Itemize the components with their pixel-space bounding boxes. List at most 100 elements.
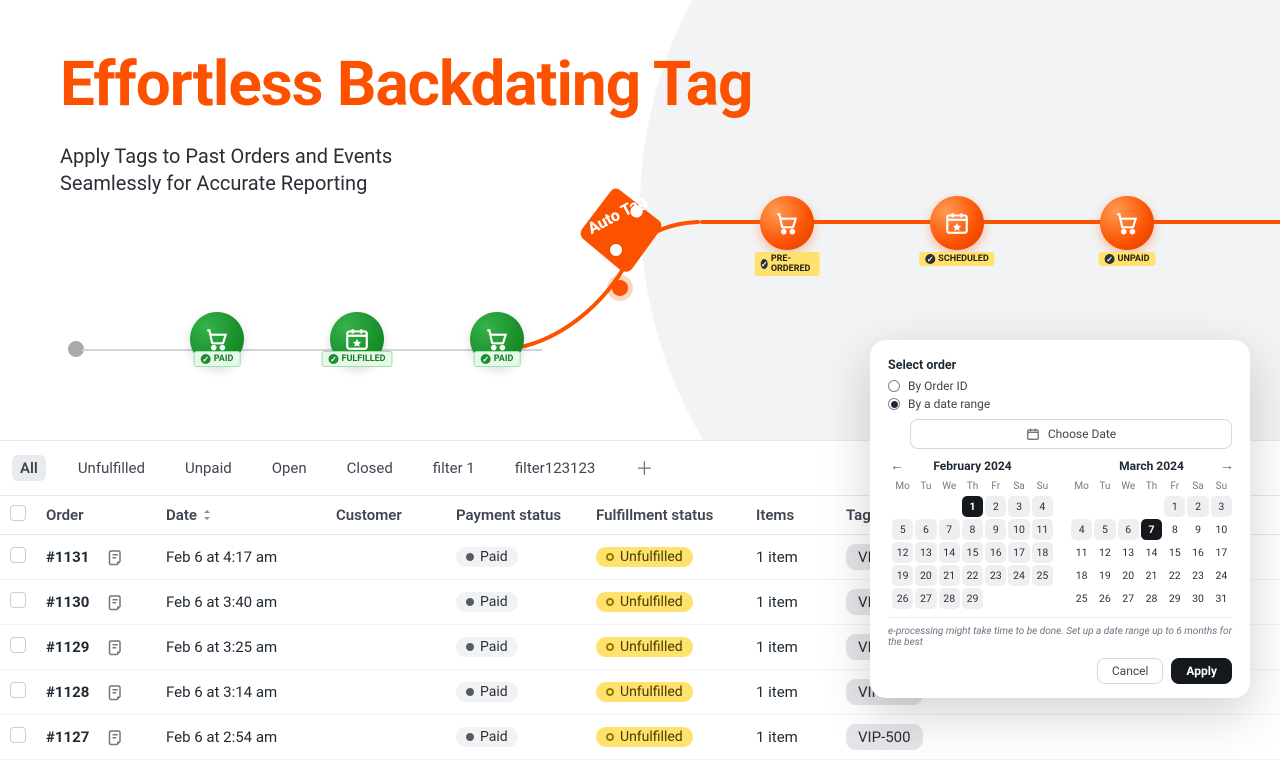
calendar-day[interactable]: 14 [1141, 542, 1162, 563]
header-customer[interactable]: Customer [336, 506, 456, 524]
tab-unpaid[interactable]: Unpaid [177, 455, 240, 481]
calendar-day[interactable]: 2 [985, 496, 1006, 517]
tab-unfulfilled[interactable]: Unfulfilled [70, 455, 153, 481]
calendar-prev-month[interactable]: ← [890, 457, 904, 474]
calendar-day[interactable]: 11 [1032, 519, 1053, 540]
calendar-next-month[interactable]: → [1220, 457, 1234, 474]
choose-date-button[interactable]: Choose Date [910, 419, 1232, 449]
calendar-day[interactable]: 12 [892, 542, 913, 563]
calendar-day[interactable]: 8 [962, 519, 983, 540]
calendar-day[interactable]: 14 [939, 542, 960, 563]
calendar-day[interactable]: 26 [892, 588, 913, 609]
autotag-dot [612, 280, 628, 296]
calendar-day[interactable]: 3 [1008, 496, 1029, 517]
header-fulfillment[interactable]: Fulfillment status [596, 506, 756, 524]
row-checkbox[interactable] [10, 682, 26, 698]
calendar-day[interactable]: 29 [962, 588, 983, 609]
calendar-day[interactable]: 30 [1187, 588, 1208, 609]
radio-by-order-id[interactable]: By Order ID [888, 379, 1232, 393]
tab-open[interactable]: Open [264, 455, 315, 481]
calendar-day[interactable]: 23 [985, 565, 1006, 586]
calendar-day[interactable]: 18 [1032, 542, 1053, 563]
calendar-day[interactable]: 16 [1187, 542, 1208, 563]
tab-closed[interactable]: Closed [339, 455, 401, 481]
calendar-day[interactable]: 6 [915, 519, 936, 540]
calendar-day[interactable]: 2 [1187, 496, 1208, 517]
calendar-day[interactable]: 31 [1211, 588, 1232, 609]
row-checkbox[interactable] [10, 637, 26, 653]
calendar-day[interactable]: 3 [1211, 496, 1232, 517]
header-date[interactable]: Date [166, 506, 336, 524]
row-checkbox[interactable] [10, 727, 26, 743]
calendar-day[interactable]: 15 [1164, 542, 1185, 563]
calendar-day[interactable]: 23 [1187, 565, 1208, 586]
calendar-day[interactable]: 7 [1141, 519, 1162, 540]
row-checkbox[interactable] [10, 592, 26, 608]
header-payment[interactable]: Payment status [456, 506, 596, 524]
calendar-day[interactable]: 4 [1032, 496, 1053, 517]
calendar-day[interactable]: 28 [1141, 588, 1162, 609]
calendar-day[interactable]: 12 [1094, 542, 1115, 563]
header-order[interactable]: Order [46, 506, 166, 524]
calendar-day[interactable]: 28 [939, 588, 960, 609]
calendar-day[interactable]: 9 [1187, 519, 1208, 540]
calendar-day[interactable]: 27 [1118, 588, 1139, 609]
calendar-day[interactable]: 20 [1118, 565, 1139, 586]
calendar-day[interactable]: 16 [985, 542, 1006, 563]
calendar-day[interactable]: 6 [1118, 519, 1139, 540]
calendar-day[interactable]: 1 [962, 496, 983, 517]
calendar-day[interactable]: 9 [985, 519, 1006, 540]
calendar-day[interactable]: 27 [915, 588, 936, 609]
calendar-day[interactable]: 19 [892, 565, 913, 586]
cancel-button[interactable]: Cancel [1097, 658, 1164, 684]
note-icon[interactable] [105, 638, 123, 656]
note-icon[interactable] [105, 683, 123, 701]
calendar-day[interactable]: 22 [962, 565, 983, 586]
calendar-day[interactable]: 21 [939, 565, 960, 586]
calendar-day[interactable]: 26 [1094, 588, 1115, 609]
calendar-day[interactable]: 25 [1071, 588, 1092, 609]
radio-by-date-range[interactable]: By a date range [888, 397, 1232, 411]
calendar-day[interactable]: 24 [1008, 565, 1029, 586]
select-all-checkbox[interactable] [10, 505, 26, 521]
calendar-day[interactable]: 29 [1164, 588, 1185, 609]
apply-button[interactable]: Apply [1171, 658, 1232, 684]
calendar-day[interactable]: 8 [1164, 519, 1185, 540]
calendar-day[interactable]: 20 [915, 565, 936, 586]
calendar-day[interactable]: 21 [1141, 565, 1162, 586]
calendar-day[interactable]: 19 [1094, 565, 1115, 586]
calendar-day[interactable]: 13 [915, 542, 936, 563]
calendar-march: March 2024 MoTuWeThFrSaSu123456789101112… [1071, 459, 1232, 609]
calendar-day[interactable]: 17 [1211, 542, 1232, 563]
calendar-day[interactable]: 11 [1071, 542, 1092, 563]
calendar-day[interactable]: 10 [1211, 519, 1232, 540]
calendar-day[interactable]: 4 [1071, 519, 1092, 540]
note-icon[interactable] [105, 593, 123, 611]
calendar-day[interactable]: 24 [1211, 565, 1232, 586]
header-items[interactable]: Items [756, 506, 846, 524]
tab-all[interactable]: All [12, 455, 46, 481]
calendar-day[interactable]: 25 [1032, 565, 1053, 586]
cell-payment: Paid [456, 592, 596, 612]
timeline-node-future: ✓SCHEDULED [930, 196, 984, 250]
tab-filter-1[interactable]: filter 1 [425, 455, 483, 481]
note-icon[interactable] [105, 728, 123, 746]
table-row[interactable]: #1127 Feb 6 at 2:54 am Paid Unfulfilled … [0, 715, 1280, 760]
tab-filter123123[interactable]: filter123123 [507, 455, 604, 481]
calendar-day[interactable]: 1 [1164, 496, 1185, 517]
calendar-day[interactable]: 5 [892, 519, 913, 540]
calendar-day[interactable]: 17 [1008, 542, 1029, 563]
calendar-day[interactable]: 5 [1094, 519, 1115, 540]
note-icon[interactable] [105, 548, 123, 566]
add-filter-button[interactable]: ＋ [627, 451, 661, 485]
cell-items: 1 item [756, 638, 846, 656]
calendar-day[interactable]: 18 [1071, 565, 1092, 586]
month-label: March 2024 [1071, 459, 1232, 473]
timeline-node-past: ✓FULFILLED [330, 312, 384, 366]
calendar-day[interactable]: 13 [1118, 542, 1139, 563]
calendar-day[interactable]: 7 [939, 519, 960, 540]
row-checkbox[interactable] [10, 547, 26, 563]
calendar-day[interactable]: 15 [962, 542, 983, 563]
calendar-day[interactable]: 22 [1164, 565, 1185, 586]
calendar-day[interactable]: 10 [1008, 519, 1029, 540]
